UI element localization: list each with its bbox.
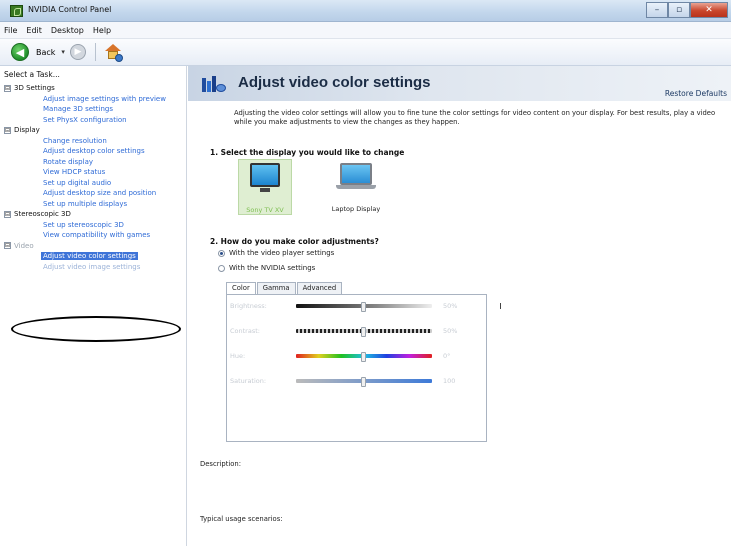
slider-label: Saturation: [230,377,267,385]
page-title: Adjust video color settings [238,74,431,91]
radio-selected-icon[interactable] [218,249,225,257]
tree-category-label: Display [14,126,40,134]
tree-category-label: Stereoscopic 3D [14,210,71,218]
page-description: Adjusting the video color settings will … [234,109,716,126]
menu-bar: File Edit Desktop Help [0,22,731,39]
task-sidebar: Select a Task... ⊟ 3D Settings Adjust im… [0,66,187,546]
tree-item-change-resolution[interactable]: Change resolution [4,136,186,147]
display-label: Sony TV XV [246,206,284,214]
tree-item-set-up-multiple-displays[interactable]: Set up multiple displays [4,199,186,210]
toolbar-separator [94,43,96,61]
menu-edit[interactable]: Edit [26,26,42,35]
tree-item-rotate-display[interactable]: Rotate display [4,157,186,168]
slider-value: 100 [443,377,456,385]
slider-track[interactable] [296,302,501,312]
back-dropdown-icon[interactable]: ▾ [61,48,65,56]
slider-thumb[interactable] [361,302,366,312]
tree-item-view-compatibility[interactable]: View compatibility with games [4,230,186,241]
laptop-display-icon [336,163,376,189]
display-label: Laptop Display [331,205,381,213]
window-controls: – ▫ ✕ [646,2,728,19]
slider-thumb[interactable] [361,352,366,362]
tree-item-set-physx[interactable]: Set PhysX configuration [4,115,186,126]
tree-item-view-hdcp-status[interactable]: View HDCP status [4,167,186,178]
window-title: NVIDIA Control Panel [28,5,112,14]
radio-nvidia-settings[interactable]: With the NVIDIA settings [218,264,315,272]
page-banner: Adjust video color settings Restore Defa… [188,66,731,101]
tree-item-adjust-image-settings[interactable]: Adjust image settings with preview [4,94,186,105]
tree-category-label: 3D Settings [14,84,55,92]
section-color-adjustment-heading: 2. How do you make color adjustments? [210,237,379,246]
tree-item-adjust-desktop-color[interactable]: Adjust desktop color settings [4,146,186,157]
slider-hue[interactable]: Hue: 0° [227,350,487,362]
back-button-label[interactable]: Back [36,48,55,57]
slider-track[interactable] [296,377,432,387]
tree-item-set-up-stereoscopic[interactable]: Set up stereoscopic 3D [4,220,186,231]
back-arrow-icon[interactable]: ◀ [11,43,29,61]
adjustment-tabs: Color Gamma Advanced [226,282,343,295]
maximize-button[interactable]: ▫ [668,2,690,18]
close-button[interactable]: ✕ [690,2,728,18]
slider-track[interactable] [296,352,432,362]
home-icon[interactable] [104,43,123,62]
tree-category-stereoscopic-3d[interactable]: ⊟ Stereoscopic 3D [4,209,186,220]
slider-thumb[interactable] [361,377,366,387]
menu-desktop[interactable]: Desktop [51,26,84,35]
tree-item-adjust-video-color[interactable]: Adjust video color settings [4,251,186,262]
slider-label: Brightness: [230,302,267,310]
tree-category-3d-settings[interactable]: ⊟ 3D Settings [4,83,186,94]
menu-help[interactable]: Help [93,26,111,35]
collapse-icon[interactable]: ⊟ [4,242,11,250]
radio-label: With the NVIDIA settings [229,264,316,272]
tv-display-icon [250,163,280,192]
slider-brightness[interactable]: Brightness: 50% [227,300,501,312]
tree-item-manage-3d-settings[interactable]: Manage 3D settings [4,104,186,115]
main-content: Adjust video color settings Restore Defa… [188,66,731,546]
restore-defaults-link[interactable]: Restore Defaults [665,89,727,98]
tree-item-adjust-desktop-size[interactable]: Adjust desktop size and position [4,188,186,199]
color-tab-panel: Brightness: 50% Contrast: 50% Hue: 0° Sa… [226,294,501,442]
video-color-icon [202,74,226,94]
forward-arrow-icon[interactable]: ▶ [69,44,86,60]
slider-label: Contrast: [230,327,260,335]
slider-track[interactable] [296,327,432,337]
collapse-icon[interactable]: ⊟ [4,210,11,218]
slider-label: Hue: [230,352,246,360]
tree-item-set-up-digital-audio[interactable]: Set up digital audio [4,178,186,189]
collapse-icon[interactable]: ⊟ [4,84,11,92]
radio-video-player-settings[interactable]: With the video player settings [218,249,334,257]
task-header: Select a Task... [4,70,60,79]
toolbar: ◀ Back ▾ ▶ [0,39,731,66]
title-bar: NVIDIA Control Panel – ▫ ✕ [0,0,731,22]
slider-thumb[interactable] [361,327,366,337]
slider-value: 50% [443,302,458,310]
tree-item-adjust-video-image[interactable]: Adjust video image settings [4,262,186,273]
section-select-display-heading: 1. Select the display you would like to … [210,148,405,157]
tree-category-video[interactable]: ⊟ Video [4,241,186,252]
display-option-sony-tv[interactable]: Sony TV XV [238,159,292,215]
radio-unselected-icon[interactable] [218,264,225,272]
nvidia-logo-icon [10,5,23,17]
tree-category-label: Video [14,241,34,250]
usage-scenarios-label: Typical usage scenarios: [200,515,283,523]
radio-label: With the video player settings [229,249,335,257]
task-tree: ⊟ 3D Settings Adjust image settings with… [4,83,186,272]
highlight-ellipse-annotation [11,316,181,342]
collapse-icon[interactable]: ⊟ [4,126,11,134]
description-label: Description: [200,460,242,468]
minimize-button[interactable]: – [646,2,668,18]
slider-contrast[interactable]: Contrast: 50% [227,325,487,337]
menu-file[interactable]: File [4,26,17,35]
slider-saturation[interactable]: Saturation: 100 [227,375,487,387]
tab-gamma[interactable]: Gamma [256,282,296,294]
tab-advanced[interactable]: Advanced [296,282,343,294]
tree-category-display[interactable]: ⊟ Display [4,125,186,136]
slider-value: 0° [443,352,451,360]
slider-value: 50% [443,327,458,335]
display-option-laptop[interactable]: Laptop Display [329,159,383,215]
